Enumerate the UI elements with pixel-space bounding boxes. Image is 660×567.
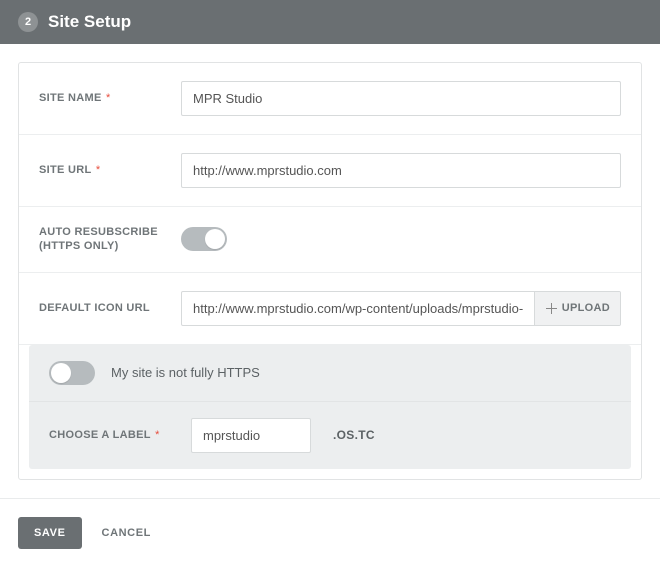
footer-actions: SAVE CANCEL (0, 498, 660, 567)
label-suffix: .OS.TC (333, 428, 375, 442)
site-url-label: SITE URL * (39, 163, 169, 177)
https-toggle-text: My site is not fully HTTPS (111, 365, 260, 380)
site-name-label: SITE NAME * (39, 91, 169, 105)
https-toggle[interactable] (49, 361, 95, 385)
save-button[interactable]: SAVE (18, 517, 82, 549)
https-subpanel: My site is not fully HTTPS CHOOSE A LABE… (29, 345, 631, 469)
row-site-url: SITE URL * (19, 135, 641, 207)
required-asterisk: * (93, 164, 101, 176)
default-icon-url-input[interactable] (182, 292, 534, 325)
cancel-button[interactable]: CANCEL (102, 527, 151, 539)
choose-label-label: CHOOSE A LABEL * (49, 428, 179, 442)
toggle-knob (51, 363, 71, 383)
row-choose-label: CHOOSE A LABEL * .OS.TC (29, 401, 631, 469)
site-setup-panel: SITE NAME * SITE URL * AUTO RESUBSCRIBE … (18, 62, 642, 480)
plus-icon (545, 302, 558, 315)
default-icon-url-label: DEFAULT ICON URL (39, 301, 169, 315)
upload-button[interactable]: UPLOAD (534, 292, 620, 325)
auto-resubscribe-label: AUTO RESUBSCRIBE (HTTPS ONLY) (39, 225, 169, 254)
label-text: SITE URL (39, 164, 92, 176)
choose-label-input[interactable] (191, 418, 311, 453)
section-title: Site Setup (48, 12, 131, 32)
icon-url-input-wrap: UPLOAD (181, 291, 621, 326)
required-asterisk: * (152, 429, 160, 441)
step-badge: 2 (18, 12, 38, 32)
label-text: SITE NAME (39, 92, 102, 104)
toggle-knob (205, 229, 225, 249)
site-url-input[interactable] (181, 153, 621, 188)
label-text: CHOOSE A LABEL (49, 429, 151, 441)
row-default-icon-url: DEFAULT ICON URL UPLOAD (19, 273, 641, 345)
section-header: 2 Site Setup (0, 0, 660, 44)
auto-resubscribe-toggle[interactable] (181, 227, 227, 251)
upload-label: UPLOAD (562, 302, 610, 314)
site-name-input[interactable] (181, 81, 621, 116)
row-site-name: SITE NAME * (19, 63, 641, 135)
row-auto-resubscribe: AUTO RESUBSCRIBE (HTTPS ONLY) (19, 207, 641, 273)
required-asterisk: * (103, 92, 111, 104)
